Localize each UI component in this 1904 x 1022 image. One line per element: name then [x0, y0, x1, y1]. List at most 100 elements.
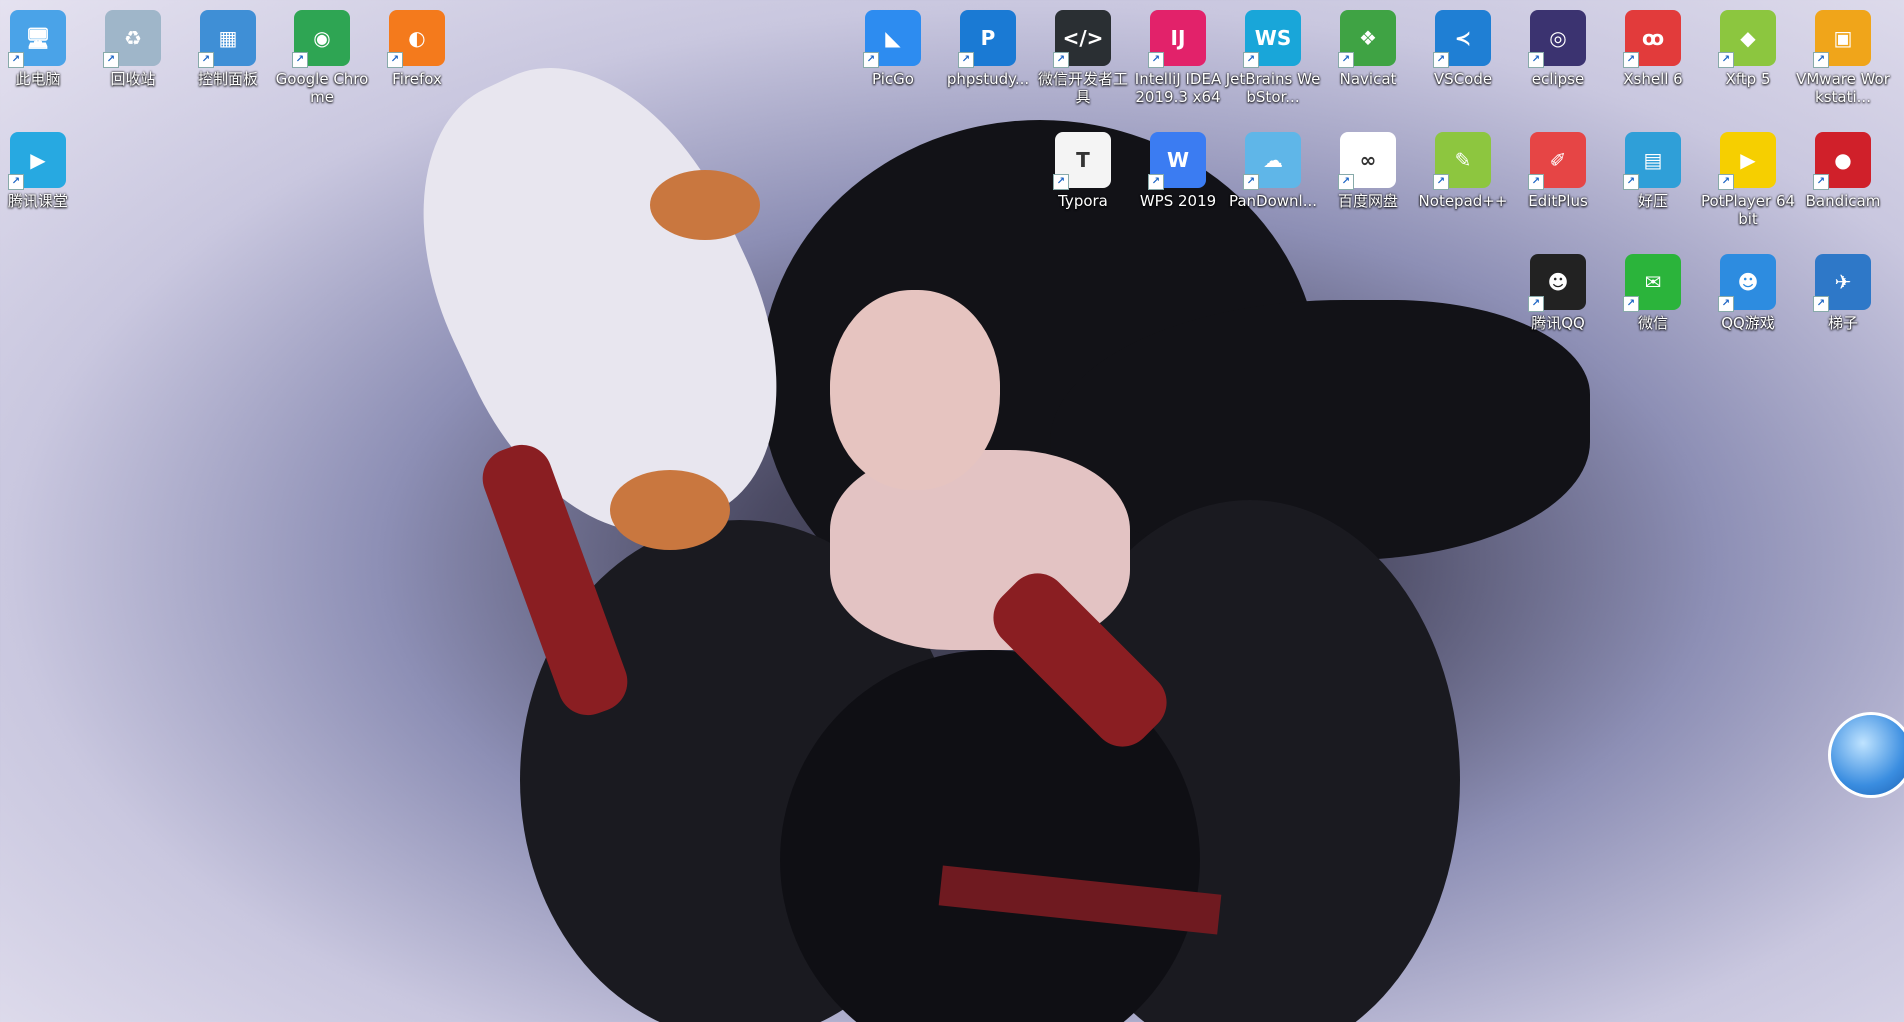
floating-assistant-ball[interactable]: [1828, 712, 1904, 798]
shortcut-arrow-icon: ↗: [863, 52, 879, 68]
app-icon: ▤ ↗: [1623, 132, 1681, 190]
desktop-icon[interactable]: ● ↗ Bandicam: [1798, 132, 1888, 232]
desktop-icon[interactable]: W ↗ WPS 2019: [1133, 132, 1223, 232]
app-icon: ∞ ↗: [1338, 132, 1396, 190]
desktop-icon[interactable]: ✉ ↗ 微信: [1608, 254, 1698, 354]
desktop-icon[interactable]: ✈ ↗ 梯子: [1798, 254, 1888, 354]
shortcut-arrow-icon: ↗: [292, 52, 308, 68]
shortcut-arrow-icon: ↗: [1433, 52, 1449, 68]
desktop-icon[interactable]: ∞ ↗ 百度网盘: [1323, 132, 1413, 232]
app-icon: ◎ ↗: [1528, 10, 1586, 68]
app-icon: ◉ ↗: [292, 10, 350, 68]
desktop-icon-label: 微信开发者工具: [1037, 70, 1128, 106]
app-icon: ▦ ↗: [198, 10, 256, 68]
shortcut-arrow-icon: ↗: [958, 52, 974, 68]
desktop-icon-label: 腾讯课堂: [7, 192, 68, 210]
shortcut-arrow-icon: ↗: [198, 52, 214, 68]
app-icon: ▶ ↗: [8, 132, 66, 190]
desktop-icon[interactable]: ✎ ↗ Notepad++: [1418, 132, 1508, 232]
desktop-icon-label: Typora: [1058, 192, 1108, 210]
desktop-icon-label: PicGo: [872, 70, 914, 88]
app-icon: 🖥 ↗: [8, 10, 66, 68]
shortcut-arrow-icon: ↗: [1813, 296, 1829, 312]
desktop-icon[interactable]: ♻ ↗ 回收站: [88, 10, 178, 110]
desktop-icon-label: JetBrains WebStor...: [1225, 70, 1321, 106]
shortcut-arrow-icon: ↗: [1623, 296, 1639, 312]
desktop-icon[interactable]: T ↗ Typora: [1038, 132, 1128, 232]
desktop-icon[interactable]: ≺ ↗ VSCode: [1418, 10, 1508, 110]
desktop-icon-label: PotPlayer 64 bit: [1700, 192, 1796, 228]
shortcut-arrow-icon: ↗: [1338, 174, 1354, 190]
desktop-icon-label: QQ游戏: [1721, 314, 1775, 332]
app-icon: ▶ ↗: [1718, 132, 1776, 190]
app-icon: ◣ ↗: [863, 10, 921, 68]
desktop-icon-label: eclipse: [1531, 70, 1585, 88]
desktop-icon-label: WPS 2019: [1139, 192, 1217, 210]
shortcut-arrow-icon: ↗: [1528, 174, 1544, 190]
desktop-icon-label: 控制面板: [197, 70, 258, 88]
desktop-icon-label: Notepad++: [1418, 192, 1508, 210]
shortcut-arrow-icon: ↗: [1148, 52, 1164, 68]
app-icon: ☁ ↗: [1243, 132, 1301, 190]
app-icon: </> ↗: [1053, 10, 1111, 68]
shortcut-arrow-icon: ↗: [103, 52, 119, 68]
app-icon: ❖ ↗: [1338, 10, 1396, 68]
app-icon: ◐ ↗: [387, 10, 445, 68]
desktop-icon-label: Google Chrome: [275, 70, 369, 106]
shortcut-arrow-icon: ↗: [8, 52, 24, 68]
desktop-icon-label: phpstudy...: [946, 70, 1030, 88]
shortcut-arrow-icon: ↗: [1623, 174, 1639, 190]
app-icon: WS ↗: [1243, 10, 1301, 68]
desktop-icon[interactable]: ◎ ↗ eclipse: [1513, 10, 1603, 110]
desktop-icon-label: 回收站: [110, 70, 156, 88]
shortcut-arrow-icon: ↗: [1053, 174, 1069, 190]
app-icon: ◆ ↗: [1718, 10, 1776, 68]
shortcut-arrow-icon: ↗: [1813, 174, 1829, 190]
shortcut-arrow-icon: ↗: [1718, 296, 1734, 312]
desktop-icon[interactable]: ☻ ↗ QQ游戏: [1703, 254, 1793, 354]
desktop-icon[interactable]: P ↗ phpstudy...: [943, 10, 1033, 110]
desktop-icon[interactable]: ▣ ↗ VMware Workstati...: [1796, 10, 1890, 110]
desktop-icon[interactable]: ◆ ↗ Xftp 5: [1703, 10, 1793, 110]
desktop-icon[interactable]: ▤ ↗ 好压: [1608, 132, 1698, 232]
desktop-icon[interactable]: ◉ ↗ Google Chrome: [275, 10, 369, 110]
app-icon: ● ↗: [1813, 132, 1871, 190]
desktop-icon[interactable]: 🖥 ↗ 此电脑: [0, 10, 83, 110]
desktop-icon[interactable]: ◐ ↗ Firefox: [372, 10, 462, 110]
shortcut-arrow-icon: ↗: [1243, 52, 1259, 68]
desktop-icon[interactable]: WS ↗ JetBrains WebStor...: [1225, 10, 1321, 110]
desktop-icon-label: PanDownl...: [1228, 192, 1318, 210]
app-icon: ꝏ ↗: [1623, 10, 1681, 68]
app-icon: W ↗: [1148, 132, 1206, 190]
app-icon: ✈ ↗: [1813, 254, 1871, 312]
desktop-icon-label: EditPlus: [1528, 192, 1588, 210]
app-icon: ☻ ↗: [1528, 254, 1586, 312]
shortcut-arrow-icon: ↗: [1813, 52, 1829, 68]
desktop-icon[interactable]: ☁ ↗ PanDownl...: [1228, 132, 1318, 232]
desktop-icon-label: Xshell 6: [1623, 70, 1683, 88]
app-icon: ▣ ↗: [1813, 10, 1871, 68]
app-icon: T ↗: [1053, 132, 1111, 190]
shortcut-arrow-icon: ↗: [1243, 174, 1259, 190]
shortcut-arrow-icon: ↗: [1338, 52, 1354, 68]
shortcut-arrow-icon: ↗: [1528, 52, 1544, 68]
desktop-icon[interactable]: ◣ ↗ PicGo: [848, 10, 938, 110]
desktop-icon-label: 腾讯QQ: [1531, 314, 1585, 332]
app-icon: IJ ↗: [1148, 10, 1206, 68]
desktop-icon-label: 此电脑: [15, 70, 61, 88]
desktop-icon[interactable]: ꝏ ↗ Xshell 6: [1608, 10, 1698, 110]
desktop-icon[interactable]: ▦ ↗ 控制面板: [183, 10, 273, 110]
desktop-icon[interactable]: ❖ ↗ Navicat: [1323, 10, 1413, 110]
app-icon: P ↗: [958, 10, 1016, 68]
desktop-icon[interactable]: ▶ ↗ PotPlayer 64 bit: [1700, 132, 1796, 232]
desktop-icon[interactable]: </> ↗ 微信开发者工具: [1038, 10, 1128, 110]
desktop-icon-label: Firefox: [392, 70, 442, 88]
desktop-icon[interactable]: ▶ ↗ 腾讯课堂: [0, 132, 83, 232]
desktop-icon-label: 微信: [1637, 314, 1668, 332]
app-icon: ≺ ↗: [1433, 10, 1491, 68]
desktop-icon[interactable]: ✐ ↗ EditPlus: [1513, 132, 1603, 232]
shortcut-arrow-icon: ↗: [1718, 174, 1734, 190]
desktop-icon[interactable]: ☻ ↗ 腾讯QQ: [1513, 254, 1603, 354]
desktop-icon[interactable]: IJ ↗ IntelliJ IDEA 2019.3 x64: [1133, 10, 1223, 110]
desktop-icon-label: Navicat: [1339, 70, 1397, 88]
